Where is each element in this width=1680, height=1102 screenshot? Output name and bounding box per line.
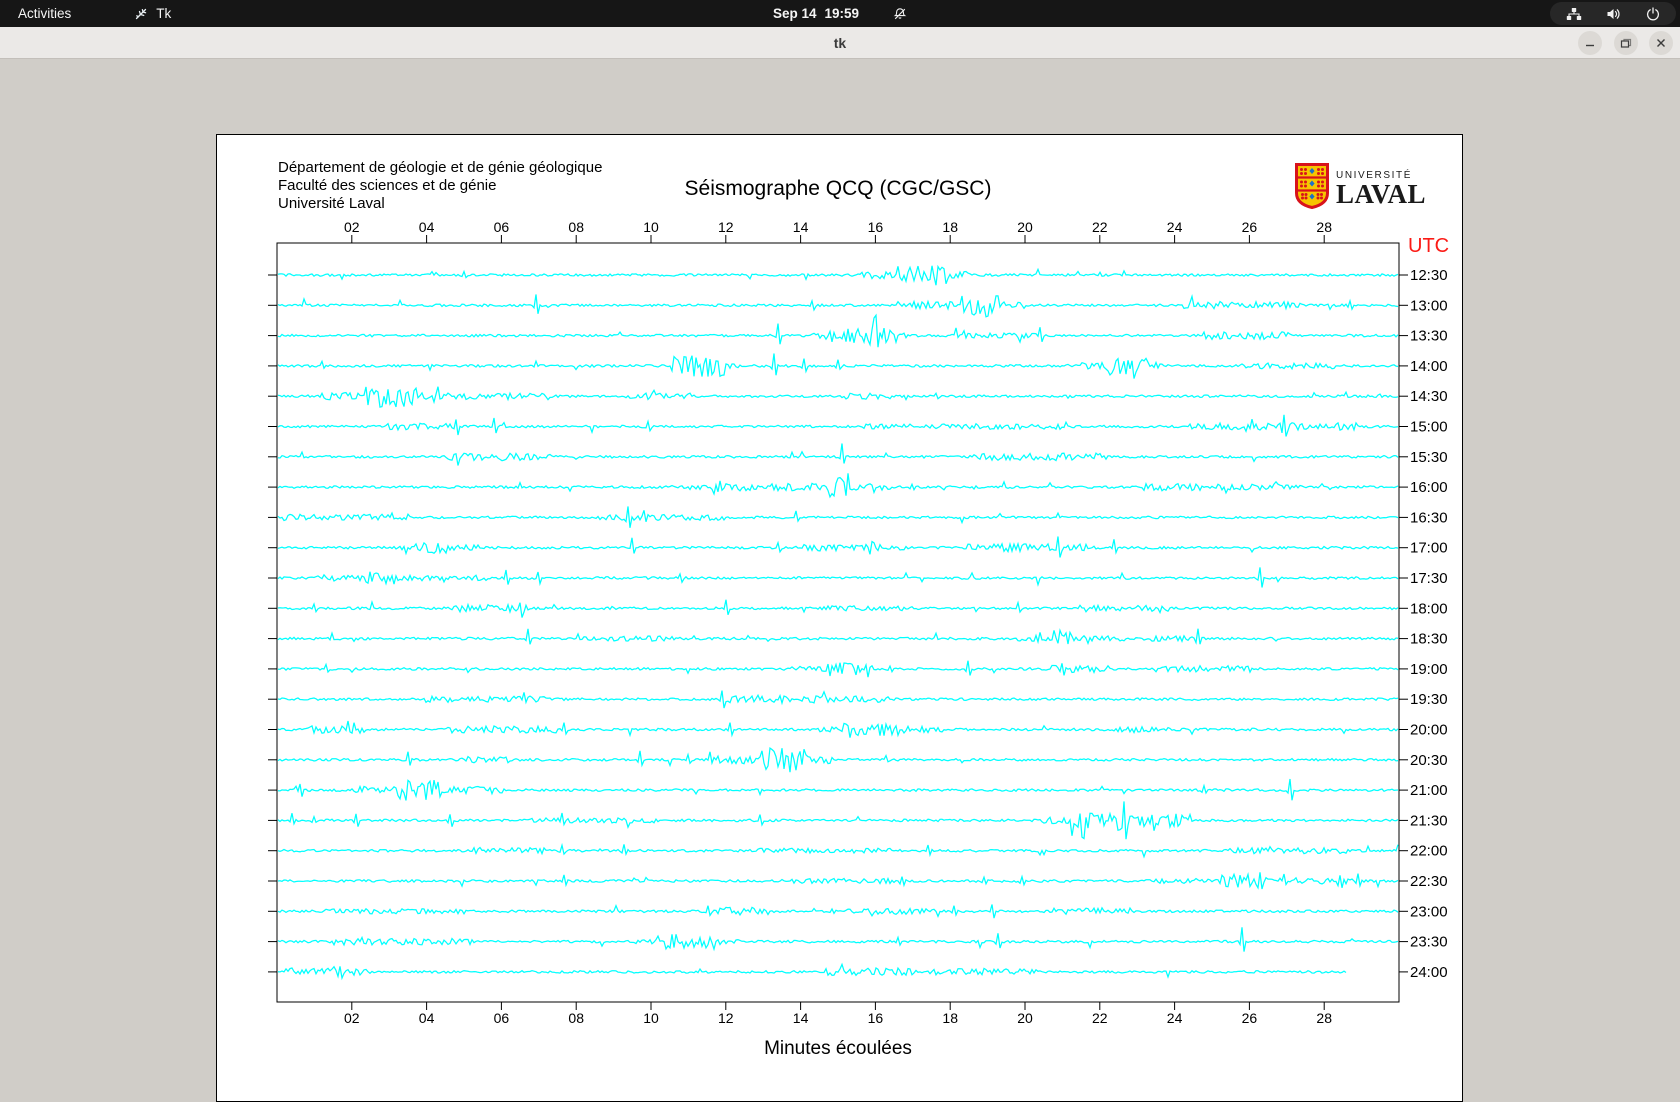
x-tick-label-bottom: 12 xyxy=(718,1010,734,1026)
seismogram-trace xyxy=(277,567,1399,588)
x-tick-label-bottom: 18 xyxy=(942,1010,958,1026)
gnome-top-bar: Activities Tk Sep 14 19:59 xyxy=(0,0,1680,27)
utc-time-label: 22:30 xyxy=(1410,873,1448,890)
x-tick-label-top: 06 xyxy=(494,219,510,235)
seismogram-trace xyxy=(277,506,1399,528)
x-tick-label-top: 26 xyxy=(1242,219,1258,235)
x-axis-label: Minutes écoulées xyxy=(764,1038,912,1059)
seismogram-trace xyxy=(277,414,1399,437)
utc-time-label: 19:30 xyxy=(1410,691,1448,708)
seismogram-trace xyxy=(277,904,1399,919)
x-tick-label-bottom: 04 xyxy=(419,1010,435,1026)
seismogram-trace xyxy=(277,599,1399,618)
seismogram-trace xyxy=(277,660,1399,678)
x-tick-label-top: 10 xyxy=(643,219,659,235)
clock-time: 19:59 xyxy=(824,6,860,21)
seismogram-trace xyxy=(277,690,1399,709)
system-status-area[interactable] xyxy=(1550,2,1676,25)
seismogram-trace xyxy=(277,720,1399,738)
seismogram-trace xyxy=(277,294,1399,318)
seismogram-trace xyxy=(277,842,1399,859)
utc-time-label: 23:30 xyxy=(1410,934,1448,951)
utc-time-label: 12:30 xyxy=(1410,267,1448,284)
x-tick-label-bottom: 14 xyxy=(793,1010,809,1026)
x-tick-label-top: 08 xyxy=(568,219,584,235)
utc-time-label: 20:30 xyxy=(1410,752,1448,769)
x-tick-label-bottom: 20 xyxy=(1017,1010,1033,1026)
seismogram-trace xyxy=(277,778,1399,801)
x-tick-label-top: 22 xyxy=(1092,219,1108,235)
clock-button[interactable]: Sep 14 19:59 xyxy=(0,0,1680,27)
network-icon xyxy=(1566,7,1582,21)
utc-time-label: 14:00 xyxy=(1410,358,1448,375)
x-tick-label-top: 12 xyxy=(718,219,734,235)
utc-time-label: 15:00 xyxy=(1410,419,1448,436)
x-tick-label-top: 02 xyxy=(344,219,360,235)
x-tick-label-top: 04 xyxy=(419,219,435,235)
x-tick-label-top: 16 xyxy=(868,219,884,235)
close-icon[interactable] xyxy=(1649,31,1673,55)
seismogram-trace xyxy=(277,313,1399,348)
utc-time-label: 24:00 xyxy=(1410,964,1448,981)
utc-time-label: 13:30 xyxy=(1410,328,1448,345)
x-tick-label-bottom: 02 xyxy=(344,1010,360,1026)
window-body: Département de géologie et de génie géol… xyxy=(0,59,1680,1102)
utc-time-label: 17:30 xyxy=(1410,570,1448,587)
x-tick-label-top: 28 xyxy=(1316,219,1332,235)
notifications-off-icon xyxy=(893,7,907,21)
plot-frame xyxy=(276,242,1400,1003)
utc-heading: UTC xyxy=(1408,235,1449,257)
utc-time-label: 19:00 xyxy=(1410,661,1448,678)
x-tick-label-bottom: 26 xyxy=(1242,1010,1258,1026)
utc-time-label: 18:00 xyxy=(1410,600,1448,617)
x-tick-label-top: 24 xyxy=(1167,219,1183,235)
utc-time-label: 14:30 xyxy=(1410,388,1448,405)
window-title: tk xyxy=(833,35,847,51)
x-tick-label-bottom: 28 xyxy=(1316,1010,1332,1026)
x-tick-label-bottom: 08 xyxy=(568,1010,584,1026)
clock-date: Sep 14 xyxy=(772,6,817,21)
utc-time-label: 20:00 xyxy=(1410,722,1448,739)
power-icon xyxy=(1646,6,1660,21)
seismogram-trace xyxy=(277,443,1399,466)
x-tick-label-bottom: 16 xyxy=(868,1010,884,1026)
minimize-button[interactable] xyxy=(1578,31,1602,55)
utc-time-label: 15:30 xyxy=(1410,449,1448,466)
seismogram-trace xyxy=(277,264,1399,286)
seismogram-trace xyxy=(277,962,1347,981)
volume-icon xyxy=(1606,7,1622,21)
seismogram-trace xyxy=(277,536,1399,558)
utc-time-label: 21:00 xyxy=(1410,782,1448,799)
seismogram-trace xyxy=(277,628,1399,646)
utc-time-label: 16:00 xyxy=(1410,479,1448,496)
seismogram-trace xyxy=(277,746,1399,773)
x-tick-label-bottom: 22 xyxy=(1092,1010,1108,1026)
utc-time-label: 16:30 xyxy=(1410,509,1448,526)
x-tick-label-bottom: 10 xyxy=(643,1010,659,1026)
seismogram-trace xyxy=(277,927,1399,952)
utc-time-label: 13:00 xyxy=(1410,297,1448,314)
utc-time-label: 17:00 xyxy=(1410,540,1448,557)
x-tick-label-bottom: 06 xyxy=(494,1010,510,1026)
x-tick-label-top: 20 xyxy=(1017,219,1033,235)
window-titlebar: tk xyxy=(0,27,1680,59)
x-tick-label-top: 18 xyxy=(942,219,958,235)
seismograph-canvas: Département de géologie et de génie géol… xyxy=(216,134,1463,1102)
seismogram-trace xyxy=(277,386,1399,408)
seismogram-trace xyxy=(277,473,1399,499)
maximize-button[interactable] xyxy=(1614,31,1638,55)
utc-time-label: 21:30 xyxy=(1410,812,1448,829)
x-tick-label-bottom: 24 xyxy=(1167,1010,1183,1026)
seismogram-trace xyxy=(277,872,1399,890)
utc-time-label: 22:00 xyxy=(1410,843,1448,860)
seismogram-plot: 02 02 04 04 06 06 08 08 10 10 12 12 14 14 16 16 18 18 20 20… xyxy=(268,219,1449,1026)
utc-time-label: 18:30 xyxy=(1410,631,1448,648)
x-tick-label-top: 14 xyxy=(793,219,809,235)
utc-time-label: 23:00 xyxy=(1410,903,1448,920)
seismogram-trace xyxy=(277,353,1399,379)
seismogram-trace xyxy=(277,801,1399,840)
